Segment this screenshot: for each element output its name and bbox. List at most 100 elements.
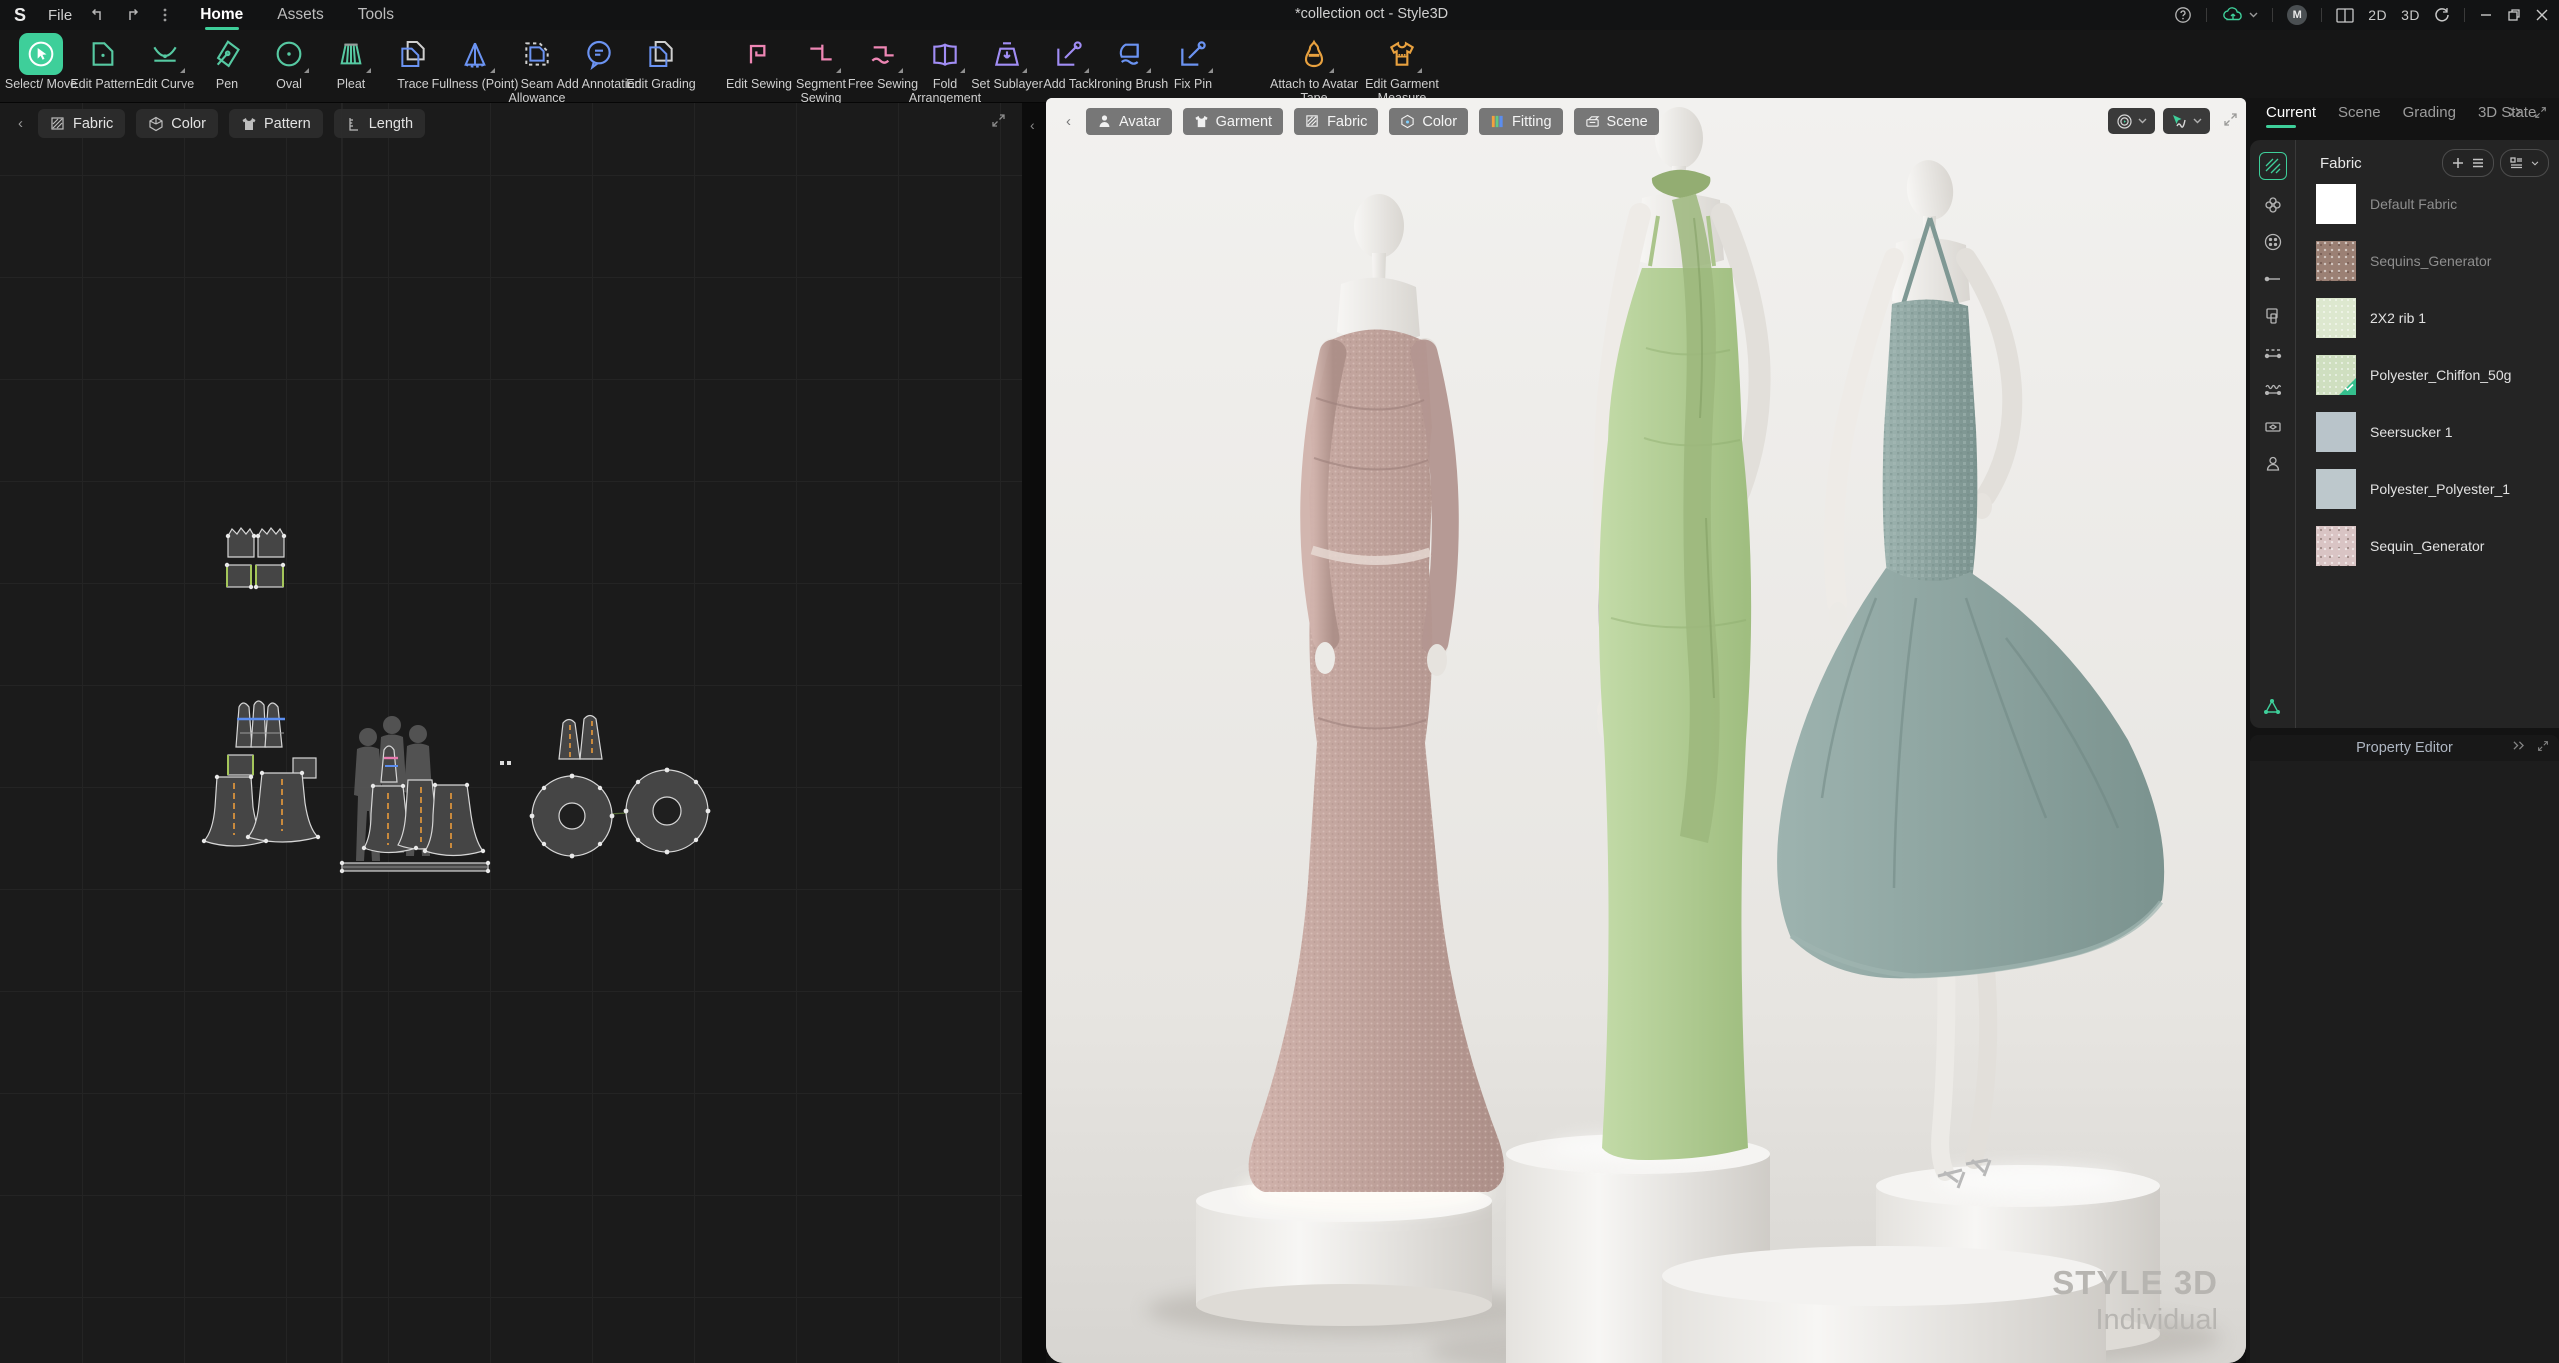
- tool-seam-allowance[interactable]: Seam Allowance: [506, 30, 568, 105]
- tab-color-3d[interactable]: Color: [1389, 108, 1468, 135]
- collapse-2d-icon[interactable]: ‹: [1026, 117, 1039, 133]
- fabric-header-title: Fabric: [2320, 155, 2362, 172]
- pattern-2d-panel[interactable]: ‹ Fabric Color Pattern Length: [0, 103, 1022, 1363]
- free-sewing-icon: [867, 38, 899, 70]
- edit-garment-measure-icon: [1386, 38, 1418, 70]
- attach-avatar-tape-icon: [1298, 38, 1330, 70]
- maximize-button[interactable]: [2507, 8, 2521, 22]
- tab-scene[interactable]: Scene: [1574, 108, 1659, 135]
- avatar-category-icon[interactable]: [2261, 452, 2285, 476]
- fabric-swatch: [2316, 526, 2356, 566]
- garment-icon: [1194, 114, 1209, 129]
- zipper-category-icon[interactable]: [2261, 267, 2285, 291]
- ironing-brush-icon: [1115, 38, 1147, 70]
- title-bar: S File Home Assets Tools *collection oct…: [0, 0, 2559, 30]
- cursor-mode-button[interactable]: [2163, 108, 2210, 134]
- undo-icon[interactable]: [90, 7, 106, 23]
- minimize-button[interactable]: [2479, 8, 2493, 22]
- fabric-row-polyester-chiffon[interactable]: Polyester_Chiffon_50g: [2296, 347, 2559, 403]
- help-icon[interactable]: [2174, 6, 2192, 24]
- button-category-icon[interactable]: [2261, 230, 2285, 254]
- list-view-button[interactable]: [2500, 149, 2549, 177]
- fabric-row-2x2-rib[interactable]: 2X2 rib 1: [2296, 290, 2559, 346]
- view-2d-button[interactable]: 2D: [2368, 7, 2387, 23]
- tool-segment-sewing[interactable]: Segment Sewing: [790, 30, 852, 105]
- tab-fabric-3d[interactable]: Fabric: [1294, 108, 1378, 135]
- label-category-icon[interactable]: [2261, 415, 2285, 439]
- titlebar-right-controls: M 2D 3D: [2174, 0, 2549, 30]
- fabric-category-icon[interactable]: [2259, 152, 2287, 180]
- viewport-3d[interactable]: ‹ Avatar Garment Fabric Color Fitting Sc…: [1046, 98, 2246, 1363]
- scene-icon: [1585, 114, 1600, 129]
- file-menu[interactable]: File: [48, 7, 72, 24]
- render-style-icon: [2116, 113, 2133, 130]
- more-tabs-icon[interactable]: [2508, 106, 2522, 119]
- render-mode-button[interactable]: [2108, 108, 2155, 134]
- menu-home[interactable]: Home: [198, 2, 245, 28]
- tab-fitting[interactable]: Fitting: [1479, 108, 1563, 135]
- pen-icon: [211, 38, 243, 70]
- seam-allowance-icon: [521, 38, 553, 70]
- tool-fold-arrangement[interactable]: Fold Arrangement: [914, 30, 976, 105]
- fullness-point-icon: [459, 38, 491, 70]
- fabric-swatch: [2316, 469, 2356, 509]
- panel-divider[interactable]: ‹: [1022, 103, 1046, 1363]
- more-options-icon[interactable]: [158, 7, 172, 23]
- object-type-strip: [2250, 140, 2296, 728]
- trace-icon: [397, 38, 429, 70]
- tool-edit-garment-measure[interactable]: Edit Garment Measure: [1358, 30, 1446, 105]
- tool-fix-pin[interactable]: Fix Pin: [1162, 30, 1224, 91]
- trim-category-icon[interactable]: [2261, 193, 2285, 217]
- tab-grading[interactable]: Grading: [2403, 104, 2456, 128]
- tab-garment[interactable]: Garment: [1183, 108, 1283, 135]
- split-view-icon[interactable]: [2336, 8, 2354, 23]
- simulation-quality-icon[interactable]: [2261, 696, 2283, 718]
- user-avatar[interactable]: M: [2287, 5, 2307, 25]
- tab-current[interactable]: Current: [2266, 104, 2316, 128]
- avatar-icon: [1097, 114, 1112, 129]
- fabric-row-sequins-generator[interactable]: Sequins_Generator: [2296, 233, 2559, 289]
- shirring-category-icon[interactable]: [2261, 378, 2285, 402]
- tool-edit-grading[interactable]: Edit Grading: [630, 30, 692, 91]
- redo-icon[interactable]: [124, 7, 140, 23]
- cloud-sync-icon[interactable]: [2221, 6, 2258, 24]
- menu-icon: [2472, 157, 2484, 169]
- right-panel-tabs: Current Scene Grading 3D State: [2266, 104, 2536, 128]
- piece-category-icon[interactable]: [2261, 304, 2285, 328]
- viewport-tabs: ‹ Avatar Garment Fabric Color Fitting Sc…: [1062, 108, 1659, 135]
- fabric-row-polyester-polyester[interactable]: Polyester_Polyester_1: [2296, 461, 2559, 517]
- edit-curve-icon: [149, 38, 181, 70]
- menu-assets[interactable]: Assets: [275, 2, 326, 28]
- right-panel: Current Scene Grading 3D State: [2246, 98, 2559, 1363]
- tool-attach-to-avatar-tape[interactable]: Attach to Avatar Tape: [1270, 30, 1358, 105]
- pattern-pieces-canvas[interactable]: [0, 103, 1022, 1363]
- collapse-viewport-tabs-icon[interactable]: ‹: [1062, 113, 1075, 130]
- add-fabric-button[interactable]: [2442, 149, 2494, 177]
- fabric-list-header: Fabric: [2296, 148, 2559, 178]
- expand-viewport-icon[interactable]: [2223, 112, 2238, 127]
- expand-right-panel-icon[interactable]: [2534, 106, 2547, 119]
- property-editor-bar[interactable]: Property Editor: [2250, 735, 2559, 761]
- fabric-row-default[interactable]: Default Fabric: [2296, 176, 2559, 232]
- close-button[interactable]: [2535, 8, 2549, 22]
- menu-tools[interactable]: Tools: [356, 2, 396, 28]
- plus-icon: [2452, 157, 2464, 169]
- mannequin-center[interactable]: [1597, 107, 1760, 1160]
- scene-3d[interactable]: [1046, 98, 2246, 1363]
- topstitch-category-icon[interactable]: [2261, 341, 2285, 365]
- fabric-row-seersucker[interactable]: Seersucker 1: [2296, 404, 2559, 460]
- expand-property-icon[interactable]: [2537, 740, 2549, 752]
- tab-scene-panel[interactable]: Scene: [2338, 104, 2381, 128]
- fabric-list: Default Fabric Sequins_Generator 2X2 rib…: [2296, 176, 2559, 728]
- fabric-swatch: [2316, 241, 2356, 281]
- oval-icon: [273, 38, 305, 70]
- view-3d-button[interactable]: 3D: [2401, 7, 2420, 23]
- edit-pattern-icon: [87, 38, 119, 70]
- fabric-row-sequin-generator[interactable]: Sequin_Generator: [2296, 518, 2559, 574]
- viewport-view-controls: [2108, 108, 2210, 134]
- chevron-down-icon: [2531, 161, 2539, 166]
- more-property-icon[interactable]: [2512, 740, 2525, 752]
- chevron-down-icon: [2193, 118, 2202, 124]
- reset-view-icon[interactable]: [2434, 7, 2450, 23]
- tab-avatar[interactable]: Avatar: [1086, 108, 1172, 135]
